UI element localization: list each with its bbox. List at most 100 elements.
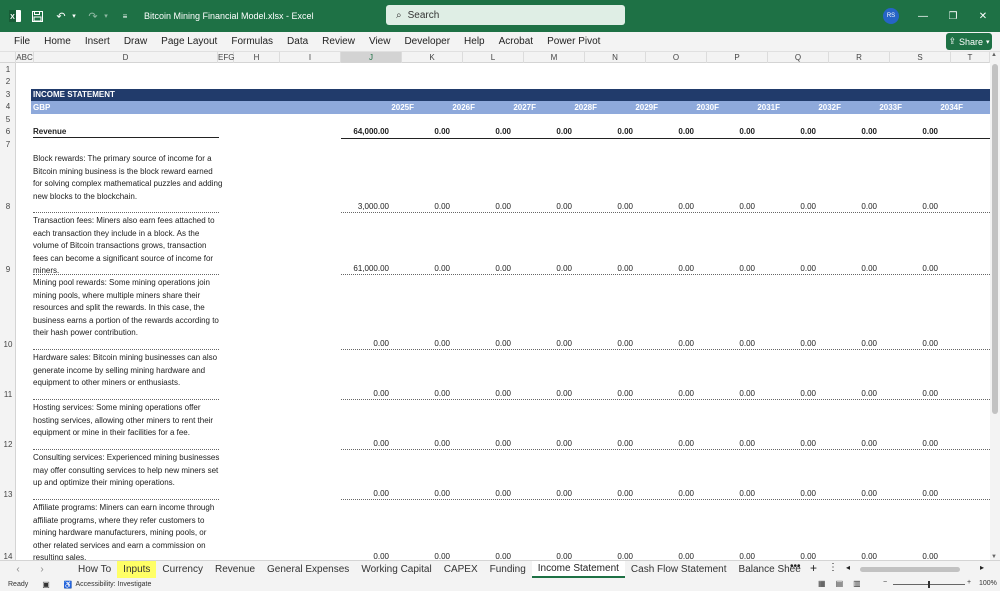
revenue-value[interactable]: 0.00: [646, 127, 694, 136]
row-header[interactable]: 12: [0, 440, 16, 449]
column-header[interactable]: Q: [768, 52, 829, 63]
tab-split-icon[interactable]: ⋮: [828, 562, 838, 573]
row-header[interactable]: 1: [0, 65, 16, 74]
menu-help[interactable]: Help: [457, 36, 492, 47]
menu-review[interactable]: Review: [315, 36, 362, 47]
line-item-value[interactable]: 0.00: [402, 264, 450, 273]
menu-data[interactable]: Data: [280, 36, 315, 47]
line-item-description[interactable]: Block rewards: The primary source of inc…: [33, 153, 223, 213]
line-item-value[interactable]: 0.00: [707, 264, 755, 273]
revenue-value[interactable]: 0.00: [402, 127, 450, 136]
line-item-value[interactable]: 0.00: [524, 339, 572, 348]
column-header[interactable]: P: [707, 52, 768, 63]
horizontal-scroll-thumb[interactable]: [860, 567, 960, 572]
line-item-value[interactable]: 0.00: [707, 439, 755, 448]
row-header[interactable]: 7: [0, 140, 16, 149]
line-item-value[interactable]: 0.00: [768, 389, 816, 398]
zoom-slider-knob[interactable]: [928, 581, 930, 588]
line-item-description[interactable]: Transaction fees: Miners also earn fees …: [33, 215, 223, 275]
restore-icon[interactable]: ❐: [945, 8, 961, 24]
row-header[interactable]: 6: [0, 127, 16, 136]
line-item-description[interactable]: Mining pool rewards: Some mining operati…: [33, 277, 223, 350]
line-item-value[interactable]: 0.00: [707, 489, 755, 498]
line-item-value[interactable]: 0.00: [341, 552, 389, 560]
line-item-value[interactable]: 0.00: [585, 264, 633, 273]
line-item-value[interactable]: 0.00: [646, 552, 694, 560]
sheet-tab[interactable]: Inputs: [117, 561, 157, 578]
line-item-value[interactable]: 0.00: [585, 552, 633, 560]
scroll-up-icon[interactable]: ▲: [991, 52, 997, 58]
line-item-value[interactable]: 0.00: [707, 202, 755, 211]
line-item-value[interactable]: 0.00: [341, 439, 389, 448]
select-all-corner[interactable]: [0, 52, 16, 63]
line-item-value[interactable]: 0.00: [829, 202, 877, 211]
line-item-value[interactable]: 0.00: [585, 202, 633, 211]
line-item-value[interactable]: 0.00: [402, 339, 450, 348]
menu-acrobat[interactable]: Acrobat: [492, 36, 540, 47]
redo-dropdown-icon[interactable]: ▾: [102, 7, 110, 25]
undo-icon[interactable]: ↶: [52, 7, 70, 25]
revenue-value[interactable]: 0.00: [829, 127, 877, 136]
line-item-value[interactable]: 0.00: [768, 202, 816, 211]
column-header[interactable]: K: [402, 52, 463, 63]
revenue-value[interactable]: 64,000.00: [341, 127, 389, 136]
line-item-value[interactable]: 3,000.00: [341, 202, 389, 211]
save-icon[interactable]: [28, 7, 46, 25]
line-item-value[interactable]: 0.00: [402, 439, 450, 448]
line-item-value[interactable]: 0.00: [524, 552, 572, 560]
menu-developer[interactable]: Developer: [397, 36, 457, 47]
line-item-value[interactable]: 0.00: [829, 264, 877, 273]
line-item-value[interactable]: 0.00: [646, 264, 694, 273]
line-item-value[interactable]: 0.00: [707, 389, 755, 398]
tab-prev-icon[interactable]: ‹: [10, 564, 26, 575]
add-sheet-icon[interactable]: +: [810, 561, 817, 575]
line-item-value[interactable]: 0.00: [402, 389, 450, 398]
line-item-description[interactable]: Consulting services: Experienced mining …: [33, 452, 223, 500]
sheet-tab[interactable]: How To: [72, 561, 117, 578]
line-item-value[interactable]: 0.00: [890, 202, 938, 211]
line-item-description[interactable]: Hosting services: Some mining operations…: [33, 402, 223, 450]
line-item-value[interactable]: 0.00: [463, 489, 511, 498]
line-item-value[interactable]: 0.00: [524, 264, 572, 273]
vertical-scrollbar[interactable]: ▲ ▼: [990, 52, 1000, 560]
line-item-value[interactable]: 0.00: [829, 439, 877, 448]
line-item-value[interactable]: 61,000.00: [341, 264, 389, 273]
revenue-value[interactable]: 0.00: [768, 127, 816, 136]
line-item-value[interactable]: 0.00: [890, 264, 938, 273]
line-item-value[interactable]: 0.00: [341, 389, 389, 398]
row-header[interactable]: 2: [0, 77, 16, 86]
row-header[interactable]: 13: [0, 490, 16, 499]
line-item-value[interactable]: 0.00: [829, 552, 877, 560]
menu-draw[interactable]: Draw: [117, 36, 154, 47]
sheet-tab[interactable]: Funding: [484, 561, 532, 578]
column-header[interactable]: I: [280, 52, 341, 63]
line-item-value[interactable]: 0.00: [585, 389, 633, 398]
line-item-value[interactable]: 0.00: [829, 489, 877, 498]
accessibility-status[interactable]: Accessibility: Investigate: [76, 581, 152, 588]
column-header[interactable]: EFG: [218, 52, 234, 63]
line-item-value[interactable]: 0.00: [585, 439, 633, 448]
column-header-selected[interactable]: J: [341, 52, 402, 63]
line-item-value[interactable]: 0.00: [402, 552, 450, 560]
line-item-value[interactable]: 0.00: [524, 202, 572, 211]
sheet-tab[interactable]: Cash Flow Statement: [625, 561, 733, 578]
row-header[interactable]: 4: [0, 102, 16, 111]
macro-recording-icon[interactable]: ▣: [42, 580, 50, 589]
line-item-description[interactable]: Affiliate programs: Miners can earn inco…: [33, 502, 223, 560]
menu-home[interactable]: Home: [37, 36, 78, 47]
column-header[interactable]: O: [646, 52, 707, 63]
line-item-value[interactable]: 0.00: [585, 489, 633, 498]
row-header[interactable]: 9: [0, 265, 16, 274]
close-icon[interactable]: ✕: [975, 8, 991, 24]
normal-view-icon[interactable]: ▦: [818, 579, 836, 588]
line-item-value[interactable]: 0.00: [768, 264, 816, 273]
tab-next-icon[interactable]: ›: [34, 564, 50, 575]
column-header[interactable]: N: [585, 52, 646, 63]
line-item-value[interactable]: 0.00: [829, 389, 877, 398]
line-item-value[interactable]: 0.00: [402, 489, 450, 498]
line-item-value[interactable]: 0.00: [463, 339, 511, 348]
column-header[interactable]: H: [234, 52, 280, 63]
avatar[interactable]: RS: [883, 8, 899, 24]
revenue-value[interactable]: 0.00: [463, 127, 511, 136]
scroll-left-icon[interactable]: ◂: [846, 563, 850, 572]
